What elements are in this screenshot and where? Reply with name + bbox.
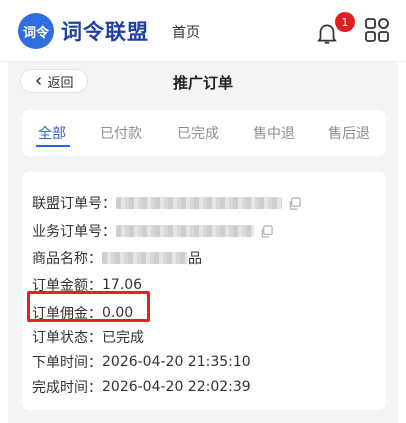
copy-icon[interactable] <box>288 196 301 210</box>
tab-paid[interactable]: 已付款 <box>100 123 142 143</box>
status-row: 订单状态： 已完成 <box>32 327 144 347</box>
product-name-suffix: 品 <box>188 251 202 267</box>
nav-home-link[interactable]: 首页 <box>172 22 200 42</box>
business-order-no-row: 业务订单号： <box>32 221 273 241</box>
brand-logo[interactable]: 词令 <box>18 13 54 49</box>
top-app-bar: 词令 词令联盟 首页 1 <box>0 0 406 62</box>
tab-completed[interactable]: 已完成 <box>177 123 219 143</box>
tab-refund-during-sale[interactable]: 售中退 <box>253 123 295 143</box>
order-time-value: 2026-04-20 21:35:10 <box>102 354 251 370</box>
copy-icon[interactable] <box>260 224 273 238</box>
product-name-label: 商品名称： <box>32 251 102 267</box>
active-tab-underline <box>36 145 70 147</box>
logo-text: 词令 <box>22 25 49 41</box>
alliance-order-no-value-redacted <box>116 197 282 209</box>
page-title: 推广订单 <box>172 74 233 92</box>
tab-refund-after-sale[interactable]: 售后退 <box>328 123 370 143</box>
notification-badge: 1 <box>335 12 355 32</box>
commission-highlight-box <box>27 291 150 322</box>
status-label: 订单状态： <box>32 330 102 346</box>
order-tabs: 全部 已付款 已完成 售中退 售后退 <box>22 110 386 156</box>
alliance-order-no-row: 联盟订单号： <box>32 193 301 213</box>
brand-name[interactable]: 词令联盟 <box>61 16 149 46</box>
product-name-row: 商品名称： 品 <box>32 248 202 268</box>
status-value: 已完成 <box>102 330 144 346</box>
alliance-order-no-label: 联盟订单号： <box>32 196 116 212</box>
business-order-no-label: 业务订单号： <box>32 224 116 240</box>
grid-apps-icon[interactable] <box>364 17 390 43</box>
business-order-no-value-redacted <box>116 225 254 237</box>
complete-time-value: 2026-04-20 22:02:39 <box>102 379 251 395</box>
product-name-value-redacted <box>102 252 188 264</box>
tab-all[interactable]: 全部 <box>38 123 66 143</box>
complete-time-row: 完成时间： 2026-04-20 22:02:39 <box>32 377 251 397</box>
order-time-row: 下单时间： 2026-04-20 21:35:10 <box>32 352 251 372</box>
order-time-label: 下单时间： <box>32 355 102 371</box>
complete-time-label: 完成时间： <box>32 380 102 396</box>
